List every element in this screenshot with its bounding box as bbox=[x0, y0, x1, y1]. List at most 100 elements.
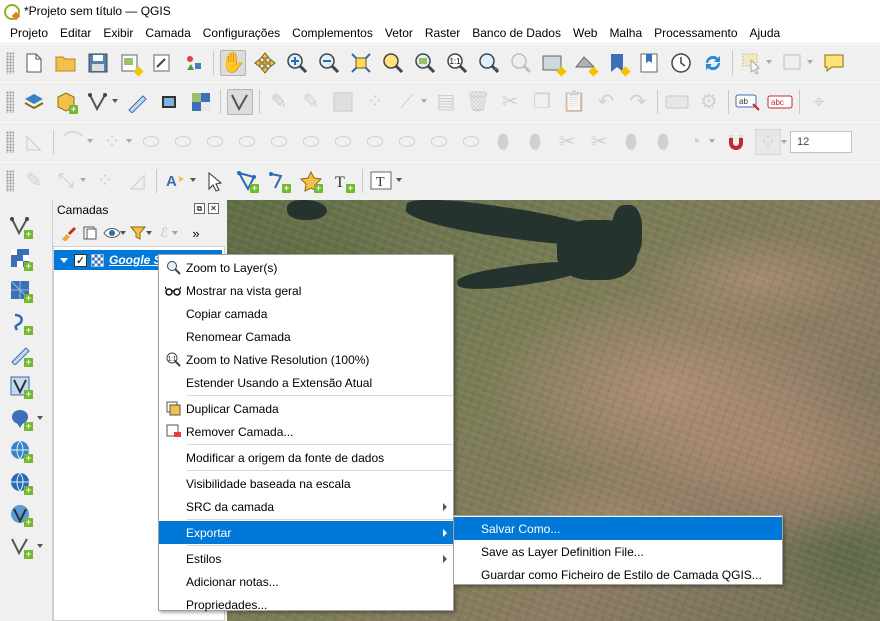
menu-item-duplicate-layer[interactable]: Duplicar Camada bbox=[159, 397, 453, 420]
more-tools-chevron-icon[interactable]: » bbox=[185, 222, 207, 244]
zoom-last-icon[interactable] bbox=[476, 50, 502, 76]
filter-legend-icon[interactable] bbox=[127, 222, 152, 244]
menu-camada[interactable]: Camada bbox=[139, 26, 196, 40]
menu-editar[interactable]: Editar bbox=[54, 26, 97, 40]
add-raster-layer-icon[interactable] bbox=[188, 89, 214, 115]
data-source-manager-icon[interactable] bbox=[21, 89, 47, 115]
menu-processamento[interactable]: Processamento bbox=[648, 26, 743, 40]
add-wms-layer-icon[interactable]: + bbox=[7, 437, 33, 463]
zoom-to-selection-icon[interactable] bbox=[380, 50, 406, 76]
zoom-native-resolution-icon[interactable]: 1:1 bbox=[444, 50, 470, 76]
open-project-icon[interactable] bbox=[53, 50, 79, 76]
menu-projeto[interactable]: Projeto bbox=[4, 26, 54, 40]
merge-features-icon[interactable]: ⬮ bbox=[618, 129, 644, 155]
map-tips-icon[interactable]: ⤡ bbox=[53, 168, 86, 194]
rotate-point-symbols-icon[interactable]: ◔ bbox=[682, 129, 715, 155]
text-format-icon[interactable]: T bbox=[369, 168, 402, 194]
manage-map-themes-icon[interactable] bbox=[101, 222, 126, 244]
reshape-features-icon[interactable]: ⬮ bbox=[490, 129, 516, 155]
label-layer-icon[interactable] bbox=[664, 89, 690, 115]
add-rectangle-icon[interactable]: ⬭ bbox=[170, 129, 196, 155]
pan-to-selection-icon[interactable] bbox=[252, 50, 278, 76]
menu-item-add-notes[interactable]: Adicionar notas... bbox=[159, 570, 453, 593]
layout-manager-icon[interactable] bbox=[149, 50, 175, 76]
move-feature-icon[interactable]: ⬭ bbox=[234, 129, 260, 155]
menu-complementos[interactable]: Complementos bbox=[286, 26, 379, 40]
rotate-feature-icon[interactable]: ⬭ bbox=[266, 129, 292, 155]
menu-exibir[interactable]: Exibir bbox=[97, 26, 139, 40]
show-hide-labels-icon[interactable]: abc bbox=[767, 89, 793, 115]
zoom-in-icon[interactable] bbox=[284, 50, 310, 76]
highlight-label-icon[interactable]: ab bbox=[735, 89, 761, 115]
gps-icon[interactable] bbox=[156, 89, 182, 115]
simplify-feature-icon[interactable]: ⬭ bbox=[298, 129, 324, 155]
menu-item-rename-layer[interactable]: Renomear Camada bbox=[159, 325, 453, 348]
submenu-item-save-as[interactable]: Salvar Como... bbox=[454, 517, 782, 540]
add-vector-layer-icon[interactable]: + bbox=[7, 213, 33, 239]
menu-item-properties[interactable]: Propriedades... bbox=[159, 593, 453, 616]
menu-item-export[interactable]: Exportar bbox=[159, 521, 453, 544]
add-ring-icon[interactable]: ⬭ bbox=[330, 129, 356, 155]
new-3d-map-view-icon[interactable] bbox=[572, 50, 599, 77]
current-edits-icon[interactable]: ✎ bbox=[266, 89, 292, 115]
zoom-out-icon[interactable] bbox=[316, 50, 342, 76]
submenu-item-save-layer-definition[interactable]: Save as Layer Definition File... bbox=[454, 540, 782, 563]
menu-web[interactable]: Web bbox=[567, 26, 603, 40]
vertex-tool-icon[interactable]: ⟋ bbox=[394, 89, 427, 115]
modify-attributes-icon[interactable]: ▤ bbox=[433, 89, 459, 115]
close-panel-icon[interactable]: ✕ bbox=[208, 203, 219, 214]
toolbar-grip[interactable] bbox=[6, 51, 14, 74]
delaunay-icon[interactable]: ◿ bbox=[124, 168, 150, 194]
add-circle-icon[interactable]: ⁘ bbox=[99, 129, 132, 155]
toggle-editing-icon[interactable] bbox=[227, 88, 253, 115]
menu-malha[interactable]: Malha bbox=[603, 26, 648, 40]
merge-attributes-icon[interactable]: ⬮ bbox=[650, 129, 676, 155]
menu-item-stretch-current-extent[interactable]: Estender Usando a Extensão Atual bbox=[159, 371, 453, 394]
copy-features-icon[interactable]: ❐ bbox=[529, 89, 555, 115]
style-panel-brush-icon[interactable] bbox=[57, 222, 79, 244]
snapping-type-icon[interactable]: ⁘ bbox=[755, 128, 787, 155]
advanced-digitizing-icon[interactable]: ◺ bbox=[21, 129, 47, 155]
text-annotation-icon[interactable]: T + bbox=[330, 168, 356, 194]
menu-item-remove-layer[interactable]: Remover Camada... bbox=[159, 420, 453, 443]
split-features-icon[interactable]: ✂ bbox=[554, 129, 580, 155]
delete-selected-icon[interactable]: 🗑 bbox=[465, 89, 491, 115]
deselect-features-icon[interactable] bbox=[780, 50, 813, 76]
layer-visibility-checkbox[interactable]: ✓ bbox=[74, 253, 87, 267]
menu-configuracoes[interactable]: Configurações bbox=[197, 26, 286, 40]
toolbar-grip[interactable] bbox=[6, 130, 14, 153]
georeferencer-icon[interactable]: ✎ bbox=[21, 168, 47, 194]
undock-panel-icon[interactable]: ⧉ bbox=[194, 203, 205, 214]
add-line-vertex-icon[interactable]: + bbox=[266, 168, 292, 194]
paste-features-icon[interactable]: 📋 bbox=[561, 89, 587, 115]
toolbar-grip[interactable] bbox=[6, 169, 14, 192]
menu-item-change-data-source[interactable]: Modificar a origem da fonte de dados bbox=[159, 446, 453, 469]
menu-vetor[interactable]: Vetor bbox=[379, 26, 419, 40]
add-polygon-vertex-icon[interactable]: + bbox=[234, 168, 260, 194]
collapse-arrow-icon[interactable] bbox=[60, 257, 68, 263]
save-project-icon[interactable] bbox=[85, 50, 111, 76]
menu-item-copy-layer[interactable]: Copiar camada bbox=[159, 302, 453, 325]
add-digitize-line-icon[interactable] bbox=[124, 89, 150, 115]
redo-icon[interactable]: ↷ bbox=[625, 89, 651, 115]
delete-part-icon[interactable]: ⬭ bbox=[458, 129, 484, 155]
annotation-icon[interactable] bbox=[821, 50, 847, 76]
add-star-point-icon[interactable]: + bbox=[298, 168, 324, 194]
zoom-full-icon[interactable] bbox=[348, 50, 374, 76]
offset-curve-icon[interactable]: ⬮ bbox=[522, 129, 548, 155]
menu-item-zoom-native-resolution[interactable]: 1:1 Zoom to Native Resolution (100%) bbox=[159, 348, 453, 371]
save-edits-icon[interactable] bbox=[330, 89, 356, 115]
pin-labels-icon[interactable]: ⌖ bbox=[806, 89, 832, 115]
new-map-view-icon[interactable] bbox=[540, 50, 567, 77]
add-postgis-layer-icon[interactable]: + bbox=[7, 405, 43, 431]
expand-all-icon[interactable]: ℰ bbox=[153, 222, 178, 244]
temporal-controller-icon[interactable] bbox=[668, 50, 694, 76]
select-features-icon[interactable] bbox=[739, 50, 772, 76]
add-wfs-layer-icon[interactable]: + bbox=[7, 469, 33, 495]
add-regular-polygon-icon[interactable]: ⬭ bbox=[202, 129, 228, 155]
menu-banco-de-dados[interactable]: Banco de Dados bbox=[466, 26, 567, 40]
menu-raster[interactable]: Raster bbox=[419, 26, 466, 40]
menu-item-layer-crs[interactable]: SRC da camada bbox=[159, 495, 453, 518]
toolbar-grip[interactable] bbox=[6, 90, 14, 113]
add-part-icon[interactable]: ⬭ bbox=[362, 129, 388, 155]
